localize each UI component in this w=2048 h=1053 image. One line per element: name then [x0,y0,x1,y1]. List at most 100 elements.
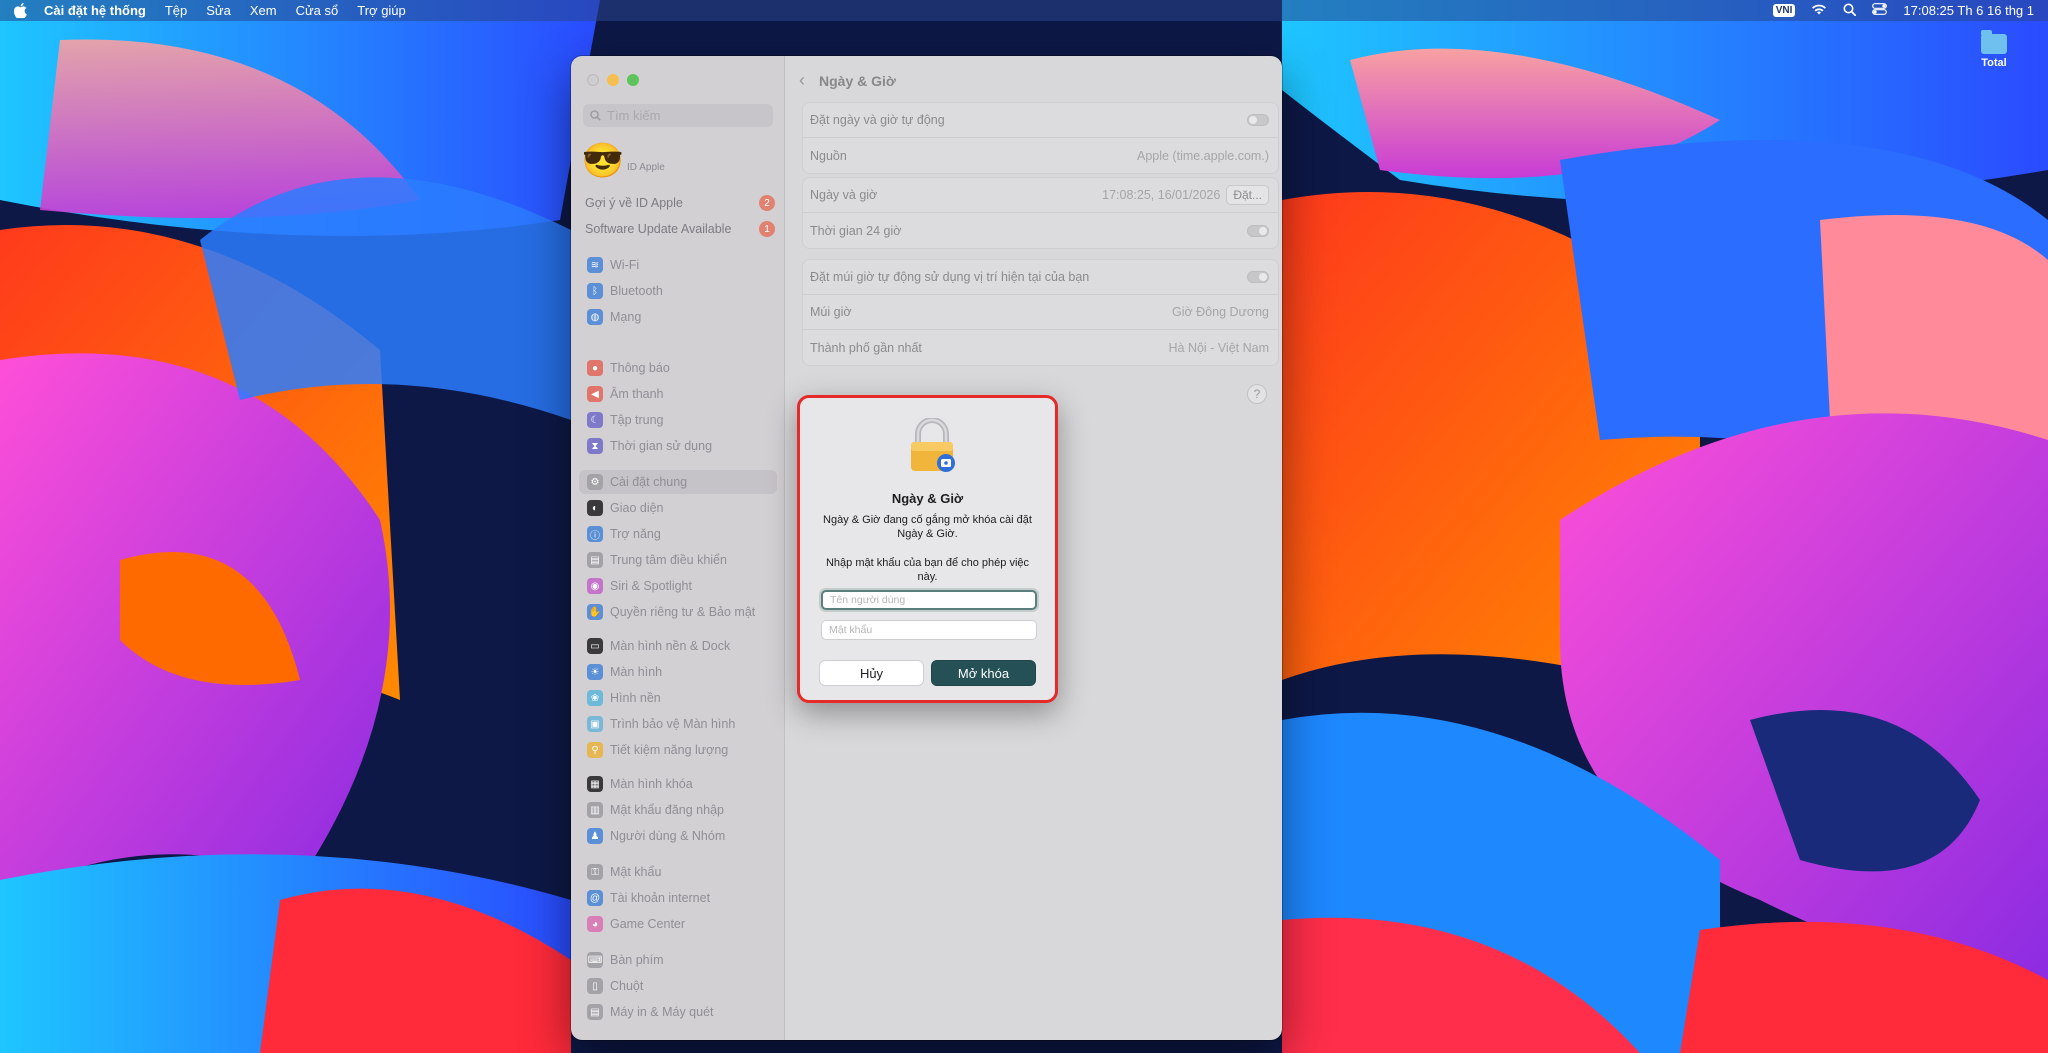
login-lock-icon: ▥ [587,802,603,818]
set-date-button[interactable]: Đặt... [1226,185,1269,205]
wifi-icon: ≋ [587,257,603,273]
menu-help[interactable]: Trợ giúp [357,3,406,18]
row-24-hour-time: Thời gian 24 giờ [803,213,1278,248]
sidebar-item-appearance[interactable]: ◐ Giao diện [579,496,777,520]
password-field[interactable] [821,620,1037,640]
username-field[interactable] [821,590,1037,610]
notice-label: Software Update Available [585,222,732,236]
settings-group-automatic: Đặt ngày và giờ tự động Nguồn Apple (tim… [802,102,1279,174]
sidebar-item-sun[interactable]: ☀ Màn hình [579,660,777,684]
cancel-button[interactable]: Hủy [819,660,924,686]
sidebar-item-control-center[interactable]: ▤ Trung tâm điều khiển [579,548,777,572]
sidebar-item-label: Âm thanh [610,387,664,401]
screensaver-icon: ▣ [587,716,603,732]
row-label: Ngày và giờ [810,188,878,202]
apple-id-suggestions[interactable]: Gợi ý về ID Apple 2 [585,195,775,211]
sidebar-item-label: Trung tâm điều khiển [610,553,727,567]
menu-clock[interactable]: 17:08:25 Th 6 16 thg 1 [1903,3,2034,18]
sidebar-item-keyboard[interactable]: ⌨ Bàn phím [579,948,777,972]
menu-view[interactable]: Xem [250,3,277,18]
siri-icon: ◉ [587,578,603,594]
menu-window[interactable]: Cửa sổ [296,3,339,18]
zoom-button[interactable] [627,74,639,86]
sidebar-item-bell[interactable]: ● Thông báo [579,356,777,380]
sidebar-item-mouse[interactable]: ▯ Chuột [579,974,777,998]
notification-badge: 1 [759,221,775,237]
wifi-status-icon[interactable] [1811,3,1827,18]
menu-app-name[interactable]: Cài đặt hệ thống [44,3,146,18]
gear-icon: ⚙ [587,474,603,490]
row-source: Nguồn Apple (time.apple.com.) [803,138,1278,173]
sidebar-item-bulb[interactable]: ⚲ Tiết kiệm năng lượng [579,738,777,762]
sidebar-item-key[interactable]: ⚿ Mật khẩu [579,860,777,884]
row-date-and-time: Ngày và giờ 17:08:25, 16/01/2026 Đặt... [803,178,1278,213]
page-title: Ngày & Giờ [819,72,896,89]
unlock-button[interactable]: Mở khóa [931,660,1036,686]
sidebar-item-printer[interactable]: ▤ Máy in & Máy quét [579,1000,777,1024]
sidebar-item-at[interactable]: @ Tài khoản internet [579,886,777,910]
minimize-button[interactable] [607,74,619,86]
settings-group-time-zone: Đặt múi giờ tự động sử dụng vị trí hiện … [802,259,1279,366]
settings-group-date-time: Ngày và giờ 17:08:25, 16/01/2026 Đặt... … [802,177,1279,249]
close-button[interactable] [587,74,599,86]
moon-icon: ☾ [587,412,603,428]
apple-id-row[interactable]: 😎 ID Apple [582,141,665,181]
desktop-folder-total[interactable]: Total [1970,30,2018,69]
sidebar-item-dock[interactable]: ▭ Màn hình nền & Dock [579,634,777,658]
sidebar-item-label: Màn hình khóa [610,777,693,791]
sidebar-item-moon[interactable]: ☾ Tập trung [579,408,777,432]
sidebar-item-screensaver[interactable]: ▣ Trình bảo vệ Màn hình [579,712,777,736]
sidebar-item-wifi[interactable]: ≋ Wi-Fi [579,253,777,277]
sidebar-item-globe[interactable]: ◍ Mạng [579,305,777,329]
sidebar-item-speaker[interactable]: ◀ Âm thanh [579,382,777,406]
help-button[interactable]: ? [1247,384,1267,404]
sidebar: Tìm kiếm 😎 ID Apple Gợi ý về ID Apple 2 … [571,56,785,1040]
sidebar-item-hand[interactable]: ✋ Quyền riêng tư & Bảo mật [579,600,777,624]
apple-id-label: ID Apple [627,161,665,173]
row-label: Thành phố gần nhất [810,340,922,355]
control-center-icon: ▤ [587,552,603,568]
sidebar-item-label: Máy in & Máy quét [610,1005,714,1019]
back-chevron-icon[interactable]: ‹ [799,70,805,91]
dock-icon: ▭ [587,638,603,654]
sidebar-item-bluetooth[interactable]: ᛒ Bluetooth [579,279,777,303]
software-update-notice[interactable]: Software Update Available 1 [585,221,775,237]
dialog-prompt: Nhập mật khẩu của bạn để cho phép việc n… [825,557,1030,583]
auto-date-time-toggle[interactable] [1247,114,1269,126]
spotlight-search-icon[interactable] [1843,3,1857,19]
sidebar-item-label: Chuột [610,979,644,993]
row-label: Đặt múi giờ tự động sử dụng vị trí hiện … [810,270,1090,284]
sidebar-item-users[interactable]: ♟ Người dùng & Nhóm [579,824,777,848]
folder-icon [1981,30,2007,54]
lock-icon [908,417,956,479]
sidebar-item-label: Thông báo [610,361,670,375]
apple-menu-icon[interactable] [14,3,28,19]
row-time-zone: Múi giờ Giờ Đông Dương [803,295,1278,330]
sidebar-item-game-center[interactable]: ◕ Game Center [579,912,777,936]
menu-edit[interactable]: Sửa [206,3,231,18]
sidebar-item-login-lock[interactable]: ▥ Mật khẩu đăng nhập [579,798,777,822]
sidebar-item-label: Bluetooth [610,284,663,298]
sidebar-item-wallpaper[interactable]: ❀ Hình nền [579,686,777,710]
sidebar-item-label: Trình bảo vệ Màn hình [610,717,736,731]
sidebar-item-accessibility[interactable]: ⓘ Trợ năng [579,522,777,546]
accessibility-icon: ⓘ [587,526,603,542]
sidebar-item-label: Tiết kiệm năng lượng [610,743,729,757]
auto-time-zone-toggle[interactable] [1247,271,1269,283]
24-hour-toggle[interactable] [1247,224,1269,237]
sidebar-item-gear[interactable]: ⚙ Cài đặt chung [579,470,777,494]
desktop-icon-label: Total [1981,57,2007,69]
control-center-icon[interactable] [1872,3,1888,18]
input-method-indicator[interactable]: VNI [1772,4,1796,17]
search-field[interactable]: Tìm kiếm [583,104,773,127]
sidebar-item-label: Mật khẩu đăng nhập [610,803,724,817]
menu-file[interactable]: Tệp [165,3,187,18]
bulb-icon: ⚲ [587,742,603,758]
sidebar-item-label: Quyền riêng tư & Bảo mật [610,605,756,619]
row-value: Giờ Đông Dương [1171,305,1269,319]
sidebar-item-label: Màn hình [610,665,663,679]
sidebar-item-label: Cài đặt chung [610,475,688,489]
sidebar-item-hourglass[interactable]: ⧗ Thời gian sử dụng [579,434,777,458]
sidebar-item-lock-screen[interactable]: ▦ Màn hình khóa [579,772,777,796]
sidebar-item-siri[interactable]: ◉ Siri & Spotlight [579,574,777,598]
